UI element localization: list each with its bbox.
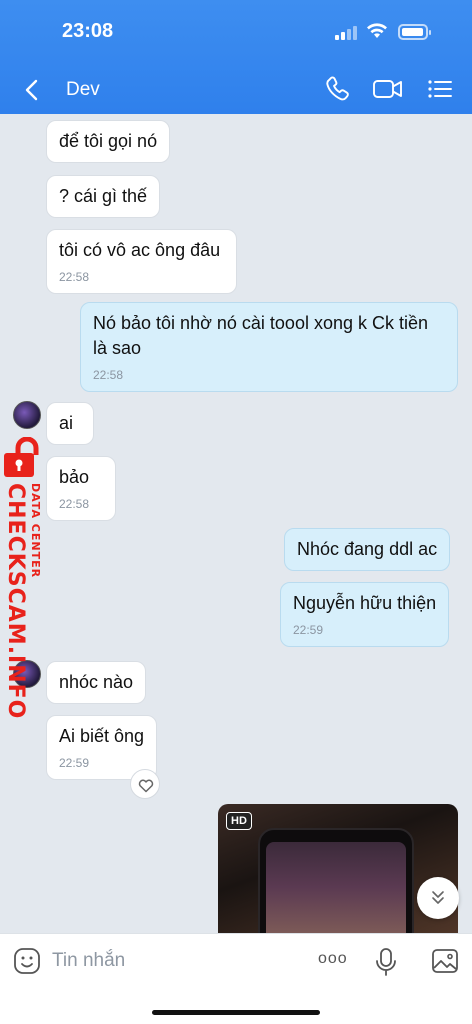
message-time: 22:59 [293, 623, 324, 637]
message-time: 22:58 [93, 368, 124, 382]
double-chevron-down-icon [432, 891, 444, 904]
watermark-main-text: CHECKSCAM.INFO [3, 483, 28, 720]
chat-title[interactable]: Dev [66, 79, 100, 101]
message-bubble-incoming[interactable]: tôi có vô ac ông đâu 22:58 [46, 229, 238, 294]
message-text: nhóc nào [59, 672, 134, 692]
message-bubble-incoming[interactable]: ? cái gì thế [46, 175, 161, 218]
message-text: tôi có vô ac ông đâu [59, 240, 221, 260]
emoji-sticker-icon[interactable] [12, 946, 42, 976]
message-bubble-outgoing[interactable]: Nguyễn hữu thiện 22:59 [280, 582, 450, 647]
heart-icon [138, 779, 154, 793]
message-text-line2: là sao [93, 338, 142, 358]
message-composer: Tin nhắn ooo [0, 933, 472, 1024]
back-button[interactable] [20, 76, 44, 104]
battery-icon [398, 24, 431, 40]
message-bubble-outgoing[interactable]: Nó bảo tôi nhờ nó cài toool xong k Ck ti… [80, 302, 458, 392]
more-options-icon[interactable]: ooo [318, 950, 348, 968]
hd-badge: HD [226, 812, 252, 830]
header-bar: 23:08 Dev [0, 0, 472, 114]
options-menu-icon[interactable] [427, 74, 453, 104]
message-input[interactable]: Tin nhắn [52, 950, 125, 972]
message-time: 22:58 [59, 497, 90, 511]
checkscam-watermark: CHECKSCAM.INFO DATA CENTER [2, 436, 52, 719]
watermark-sub-text: DATA CENTER [29, 483, 42, 579]
react-heart-button[interactable] [130, 769, 160, 799]
message-time: 22:59 [59, 756, 90, 770]
video-call-icon[interactable] [372, 74, 404, 104]
message-text: Nó bảo tôi nhờ nó cài toool xong k Ck ti… [93, 313, 429, 333]
video-thumbnail [258, 828, 414, 936]
scroll-to-bottom-button[interactable] [417, 877, 459, 919]
message-bubble-incoming[interactable]: ai [46, 402, 95, 445]
message-text: Ai biết ông [59, 726, 145, 746]
wifi-icon [367, 23, 387, 38]
message-bubble-incoming[interactable]: nhóc nào [46, 661, 147, 704]
message-time: 22:58 [59, 270, 90, 284]
message-text: Nguyễn hữu thiện [293, 593, 437, 613]
message-bubble-incoming[interactable]: để tôi gọi nó [46, 120, 171, 163]
home-indicator [152, 1010, 320, 1015]
phone-call-icon[interactable] [324, 74, 352, 104]
cellular-signal-icon [335, 26, 357, 40]
message-bubble-outgoing[interactable]: Nhóc đang ddl ac [284, 528, 451, 571]
message-text: để tôi gọi nó [59, 131, 158, 151]
microphone-icon[interactable] [373, 946, 399, 978]
message-text: bảo [59, 467, 90, 487]
status-time: 23:08 [62, 20, 114, 42]
lock-icon [4, 436, 39, 477]
message-text: ai [59, 413, 74, 433]
message-text: ? cái gì thế [59, 186, 148, 206]
message-bubble-incoming[interactable]: bảo 22:58 [46, 456, 117, 521]
message-text: Nhóc đang ddl ac [297, 539, 438, 559]
image-gallery-icon[interactable] [430, 946, 460, 976]
sender-avatar[interactable] [13, 401, 41, 429]
